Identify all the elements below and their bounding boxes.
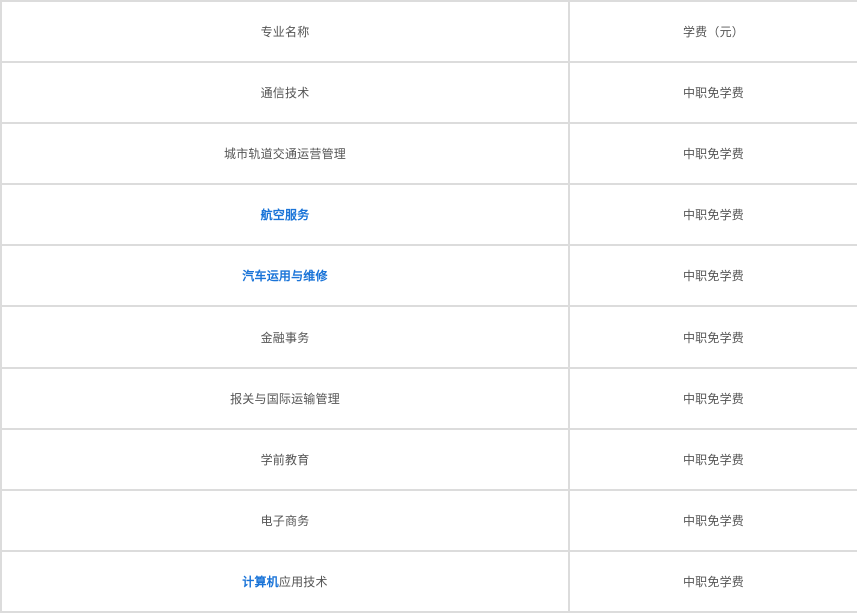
table-row: 城市轨道交通运营管理 中职免学费 xyxy=(0,122,857,186)
table-row: 金融事务 中职免学费 xyxy=(0,305,857,369)
fee-cell: 中职免学费 xyxy=(568,366,857,430)
table-header-row: 专业名称 学费（元） xyxy=(0,0,857,64)
major-name-cell: 计算机应用技术 xyxy=(0,549,570,613)
fee-cell: 中职免学费 xyxy=(568,427,857,491)
table-row: 通信技术 中职免学费 xyxy=(0,61,857,125)
major-name-cell: 学前教育 xyxy=(0,427,570,491)
major-link-computer[interactable]: 计算机 xyxy=(242,575,279,589)
table-row: 汽车运用与维修 中职免学费 xyxy=(0,244,857,308)
table-row: 航空服务 中职免学费 xyxy=(0,183,857,247)
major-name-cell: 电子商务 xyxy=(0,488,570,552)
major-name-cell: 航空服务 xyxy=(0,183,570,247)
fee-cell: 中职免学费 xyxy=(568,61,857,125)
fee-cell: 中职免学费 xyxy=(568,244,857,308)
table-row: 电子商务 中职免学费 xyxy=(0,488,857,552)
major-name-cell: 通信技术 xyxy=(0,61,570,125)
major-name-cell: 报关与国际运输管理 xyxy=(0,366,570,430)
fee-cell: 中职免学费 xyxy=(568,305,857,369)
major-link-auto-maintenance[interactable]: 汽车运用与维修 xyxy=(242,269,327,283)
fee-cell: 中职免学费 xyxy=(568,122,857,186)
major-name-suffix: 应用技术 xyxy=(278,574,328,589)
major-name-cell: 汽车运用与维修 xyxy=(0,244,570,308)
fee-cell: 中职免学费 xyxy=(568,488,857,552)
header-major-name: 专业名称 xyxy=(0,0,570,64)
majors-fee-table: 专业名称 学费（元） 通信技术 中职免学费 城市轨道交通运营管理 中职免学费 航… xyxy=(0,0,857,613)
major-name-cell: 金融事务 xyxy=(0,305,570,369)
table-row: 学前教育 中职免学费 xyxy=(0,427,857,491)
fee-cell: 中职免学费 xyxy=(568,549,857,613)
header-fee: 学费（元） xyxy=(568,0,857,64)
major-link-aviation-service[interactable]: 航空服务 xyxy=(261,208,310,222)
table-row: 报关与国际运输管理 中职免学费 xyxy=(0,366,857,430)
fee-cell: 中职免学费 xyxy=(568,183,857,247)
table-row: 计算机应用技术 中职免学费 xyxy=(0,549,857,613)
major-name-cell: 城市轨道交通运营管理 xyxy=(0,122,570,186)
